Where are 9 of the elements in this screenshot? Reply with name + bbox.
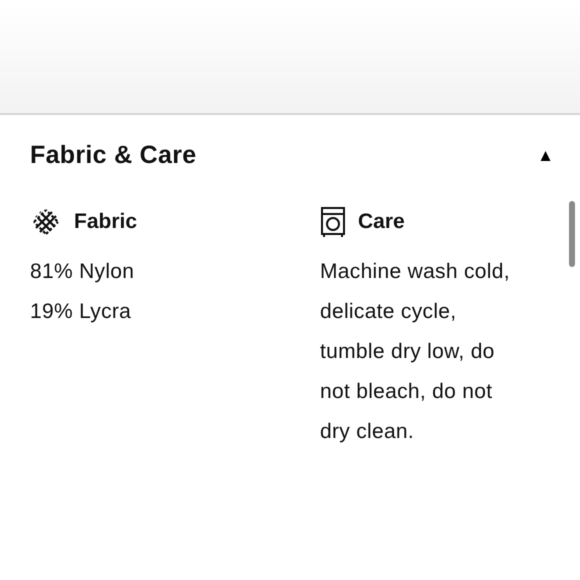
fabric-line: 19% Lycra — [30, 299, 132, 325]
washing-machine-icon — [320, 206, 346, 238]
scrollbar[interactable] — [569, 201, 575, 267]
column-heading: Fabric — [74, 210, 138, 234]
section-title: Fabric & Care — [30, 141, 196, 170]
column-heading: Care — [358, 210, 405, 234]
collapse-toggle[interactable]: ▲ — [537, 146, 554, 166]
care-instructions: Machine wash cold, delicate cycle, tumble dry low, do not bleach, do not dry clean. — [320, 259, 511, 445]
fabric-line: 81% Nylon — [30, 259, 136, 285]
